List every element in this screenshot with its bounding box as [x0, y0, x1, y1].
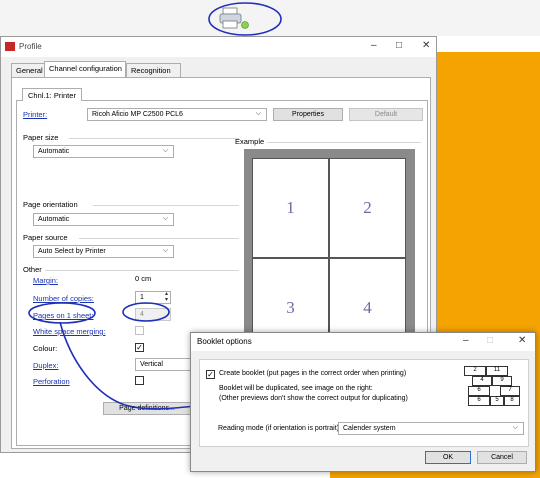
annotation-arrow-line	[59, 321, 206, 410]
maximize-icon[interactable]: □	[487, 335, 493, 346]
cancel-button[interactable]: Cancel	[477, 451, 527, 464]
booklet-info-line-1: Booklet will be duplicated, see image on…	[219, 385, 373, 392]
create-booklet-label[interactable]: Create booklet (put pages in the correct…	[219, 370, 406, 377]
reading-mode-label: Reading mode (if orientation is portrait…	[218, 425, 341, 432]
booklet-page-number: 8	[504, 396, 520, 406]
booklet-page-number: 7	[500, 386, 520, 396]
booklet-page-number: 4	[472, 376, 492, 386]
booklet-page-number: 6	[468, 386, 490, 396]
booklet-options-group: ✓ Create booklet (put pages in the corre…	[199, 359, 529, 447]
booklet-page-number: 6	[468, 396, 490, 406]
create-booklet-checkbox[interactable]: ✓	[206, 370, 215, 379]
ok-button[interactable]: OK	[425, 451, 471, 464]
reading-mode-value: Calender system	[343, 425, 396, 432]
tab-channel-printer[interactable]: Chnl.1: Printer	[22, 88, 82, 101]
booklet-titlebar: Booklet options – □ ✕	[191, 333, 535, 351]
reading-mode-select[interactable]: Calender system ⌵	[338, 422, 524, 435]
booklet-options-dialog: Booklet options – □ ✕ ✓ Create booklet (…	[190, 332, 536, 472]
booklet-page-number: 5	[490, 396, 504, 406]
booklet-page-number: 2	[464, 366, 486, 376]
close-icon[interactable]: ✕	[518, 335, 526, 346]
booklet-info-line-2: (Other previews don't show the correct o…	[219, 395, 408, 402]
printer-annotation-circle	[208, 2, 282, 36]
booklet-dialog-title: Booklet options	[197, 337, 252, 346]
tab-channel-configuration[interactable]: Channel configuration	[44, 61, 126, 77]
booklet-diagram: 2 11 4 9 6 7 6 5 8	[462, 364, 526, 410]
booklet-page-number: 11	[486, 366, 508, 376]
pages-label-annotation-circle	[28, 302, 96, 324]
minimize-icon[interactable]: –	[463, 335, 469, 346]
pages-value-annotation-circle	[122, 302, 170, 322]
chevron-down-icon: ⌵	[512, 424, 518, 431]
booklet-page-number: 9	[492, 376, 512, 386]
